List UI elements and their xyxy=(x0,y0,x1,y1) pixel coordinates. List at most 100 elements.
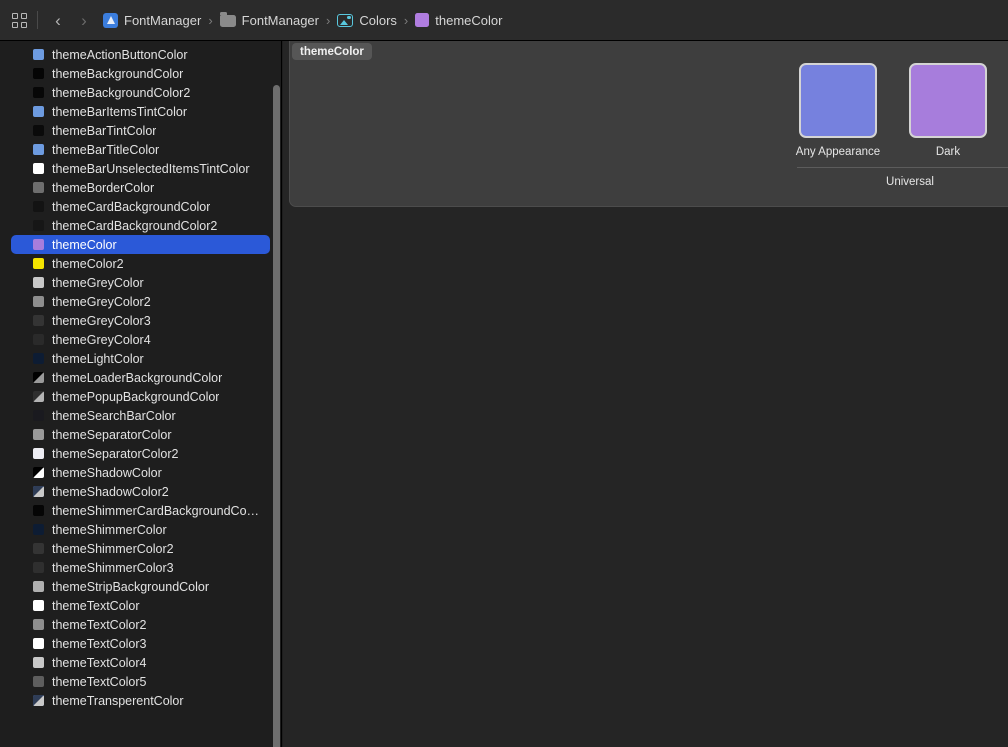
asset-list-item[interactable]: themeTextColor xyxy=(11,596,270,615)
color-set-title-tab: themeColor xyxy=(292,43,372,60)
color-swatch-icon xyxy=(33,562,44,573)
asset-list-item[interactable]: themeBarUnselectedItemsTintColor xyxy=(11,159,270,178)
asset-list-item-label: themeShimmerCardBackgroundColor xyxy=(52,504,260,518)
asset-list-item[interactable]: themeCardBackgroundColor2 xyxy=(11,216,270,235)
asset-list-item[interactable]: themeTextColor5 xyxy=(11,672,270,691)
asset-list-item[interactable]: themeBarItemsTintColor xyxy=(11,102,270,121)
breadcrumb-separator: › xyxy=(208,13,212,28)
asset-list-item[interactable]: themeGreyColor xyxy=(11,273,270,292)
asset-list-item-label: themeColor2 xyxy=(52,257,124,271)
divider xyxy=(797,167,1008,168)
asset-list-item-label: themeBorderColor xyxy=(52,181,154,195)
asset-list-item-selected[interactable]: themeColor xyxy=(11,235,270,254)
asset-list-item[interactable]: themeBackgroundColor xyxy=(11,64,270,83)
appearance-item[interactable]: Any Appearance xyxy=(797,63,879,158)
color-swatch-icon xyxy=(33,296,44,307)
asset-list-item-label: themeGreyColor xyxy=(52,276,144,290)
asset-catalog-icon xyxy=(337,14,353,27)
asset-list-item[interactable]: themeGreyColor2 xyxy=(11,292,270,311)
navigator-toggle-button[interactable] xyxy=(6,7,32,33)
asset-list-item[interactable]: themeTransperentColor xyxy=(11,691,270,710)
color-swatch-preview[interactable] xyxy=(909,63,987,138)
color-swatch-icon xyxy=(33,182,44,193)
asset-list-item[interactable]: themeTextColor2 xyxy=(11,615,270,634)
asset-list-item[interactable]: themeBarTintColor xyxy=(11,121,270,140)
color-swatch-icon xyxy=(33,87,44,98)
asset-list-item[interactable]: themeShimmerColor xyxy=(11,520,270,539)
folder-icon xyxy=(220,15,236,27)
breadcrumb-item-project[interactable]: FontManager xyxy=(103,13,201,28)
color-swatch-icon xyxy=(33,524,44,535)
appearance-label: Dark xyxy=(936,146,960,158)
asset-list-item[interactable]: themeColor2 xyxy=(11,254,270,273)
color-swatch-icon xyxy=(33,353,44,364)
asset-list-item[interactable]: themeActionButtonColor xyxy=(11,45,270,64)
color-swatch-icon xyxy=(33,144,44,155)
color-swatch-icon xyxy=(33,163,44,174)
color-swatch-icon xyxy=(33,676,44,687)
asset-list-item-label: themeShadowColor xyxy=(52,466,162,480)
asset-list-item[interactable]: themeGreyColor4 xyxy=(11,330,270,349)
asset-list-item[interactable]: themeSeparatorColor2 xyxy=(11,444,270,463)
asset-list-item[interactable]: themeShimmerCardBackgroundColor xyxy=(11,501,270,520)
color-set-card: themeColor Any Appearance Dark Universal xyxy=(289,41,1008,207)
forward-button[interactable]: › xyxy=(71,7,97,33)
asset-list-sidebar[interactable]: themeActionButtonColorthemeBackgroundCol… xyxy=(0,41,282,747)
asset-list-item[interactable]: themeBackgroundColor2 xyxy=(11,83,270,102)
asset-list-item[interactable]: themeShimmerColor2 xyxy=(11,539,270,558)
asset-list-item[interactable]: themeTextColor3 xyxy=(11,634,270,653)
color-swatch-icon xyxy=(33,391,44,402)
asset-list-item-label: themeBarUnselectedItemsTintColor xyxy=(52,162,250,176)
asset-list-item[interactable]: themeGreyColor3 xyxy=(11,311,270,330)
sidebar-scrollbar[interactable] xyxy=(273,85,280,747)
asset-list: themeActionButtonColorthemeBackgroundCol… xyxy=(0,41,281,710)
asset-list-item-label: themeSeparatorColor xyxy=(52,428,172,442)
color-swatch-icon xyxy=(33,638,44,649)
back-button[interactable]: ‹ xyxy=(45,7,71,33)
color-swatch-icon xyxy=(33,448,44,459)
asset-list-item[interactable]: themeLightColor xyxy=(11,349,270,368)
asset-list-item-label: themeTextColor4 xyxy=(52,656,147,670)
breadcrumb-item-folder[interactable]: FontManager xyxy=(220,13,319,28)
color-swatch-icon xyxy=(33,581,44,592)
breadcrumb-label: FontManager xyxy=(124,13,201,28)
appearance-group: Any Appearance Dark Universal xyxy=(797,63,1008,188)
asset-list-item[interactable]: themeShadowColor xyxy=(11,463,270,482)
asset-list-item-label: themeSeparatorColor2 xyxy=(52,447,178,461)
asset-list-item-label: themeColor xyxy=(52,238,117,252)
color-swatch-preview[interactable] xyxy=(799,63,877,138)
breadcrumb-label: themeColor xyxy=(435,13,502,28)
toolbar: ‹ › FontManager › FontManager › Colors ›… xyxy=(0,0,1008,41)
asset-list-item-label: themeLoaderBackgroundColor xyxy=(52,371,222,385)
asset-list-item-label: themeShimmerColor3 xyxy=(52,561,174,575)
asset-list-item[interactable]: themeShadowColor2 xyxy=(11,482,270,501)
color-swatch-icon xyxy=(33,505,44,516)
color-swatch-icon xyxy=(33,258,44,269)
appearance-item[interactable]: Dark xyxy=(907,63,989,158)
asset-list-item[interactable]: themeTextColor4 xyxy=(11,653,270,672)
asset-list-item[interactable]: themeBorderColor xyxy=(11,178,270,197)
asset-list-item-label: themeTextColor5 xyxy=(52,675,147,689)
asset-list-item-label: themeGreyColor2 xyxy=(52,295,151,309)
asset-list-item[interactable]: themePopupBackgroundColor xyxy=(11,387,270,406)
asset-list-item[interactable]: themeStripBackgroundColor xyxy=(11,577,270,596)
breadcrumb-item-color[interactable]: themeColor xyxy=(415,13,502,28)
device-label: Universal xyxy=(797,176,1008,188)
asset-list-item-label: themeStripBackgroundColor xyxy=(52,580,209,594)
asset-list-item[interactable]: themeCardBackgroundColor xyxy=(11,197,270,216)
asset-list-item[interactable]: themeShimmerColor3 xyxy=(11,558,270,577)
asset-list-item-label: themeTransperentColor xyxy=(52,694,184,708)
toolbar-divider xyxy=(37,11,38,29)
asset-list-item-label: themeBackgroundColor2 xyxy=(52,86,190,100)
color-swatch-icon xyxy=(33,49,44,60)
asset-list-item[interactable]: themeBarTitleColor xyxy=(11,140,270,159)
color-swatch-icon xyxy=(33,277,44,288)
asset-list-item-label: themeSearchBarColor xyxy=(52,409,176,423)
breadcrumb-item-assets[interactable]: Colors xyxy=(337,13,397,28)
breadcrumb-separator: › xyxy=(404,13,408,28)
asset-list-item[interactable]: themeLoaderBackgroundColor xyxy=(11,368,270,387)
asset-list-item[interactable]: themeSeparatorColor xyxy=(11,425,270,444)
asset-list-item-label: themeGreyColor4 xyxy=(52,333,151,347)
asset-list-item-label: themeTextColor xyxy=(52,599,140,613)
asset-list-item[interactable]: themeSearchBarColor xyxy=(11,406,270,425)
